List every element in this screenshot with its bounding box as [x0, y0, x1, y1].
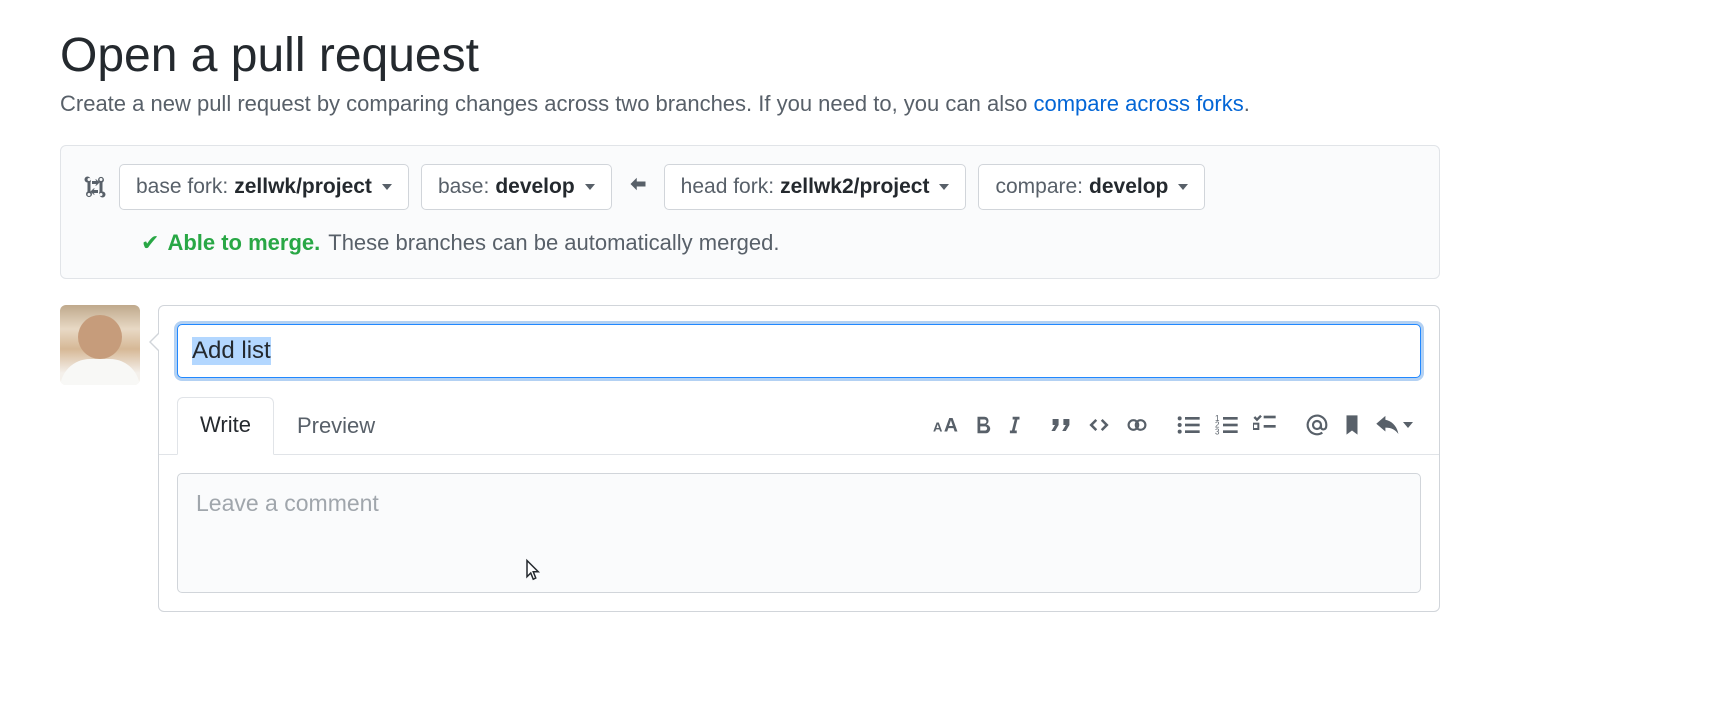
tab-write[interactable]: Write	[177, 397, 274, 455]
chevron-down-icon	[1403, 422, 1413, 428]
editor-box: Write Preview AA	[158, 305, 1440, 612]
svg-text:A: A	[933, 420, 943, 435]
head-fork-label: head fork:	[681, 175, 774, 199]
svg-text:3: 3	[1215, 427, 1220, 436]
text-size-icon[interactable]: AA	[933, 414, 959, 436]
link-icon[interactable]	[1125, 414, 1149, 436]
chevron-down-icon	[382, 184, 392, 190]
chevron-down-icon	[1178, 184, 1188, 190]
bold-icon[interactable]	[973, 414, 993, 436]
head-fork-select[interactable]: head fork: zellwk2/project	[664, 164, 967, 210]
editor-wrap: Write Preview AA	[60, 305, 1440, 612]
compare-box: base fork: zellwk/project base: develop …	[60, 145, 1440, 279]
compare-label: compare:	[995, 175, 1083, 199]
subtitle-post: .	[1244, 91, 1250, 116]
base-branch-select[interactable]: base: develop	[421, 164, 612, 210]
reply-icon[interactable]	[1375, 414, 1413, 436]
base-label: base:	[438, 175, 489, 199]
merge-status: ✔ Able to merge. These branches can be a…	[83, 230, 1417, 256]
base-fork-value: zellwk/project	[234, 175, 372, 199]
chevron-down-icon	[939, 184, 949, 190]
comment-placeholder: Leave a comment	[196, 490, 379, 516]
chevron-down-icon	[585, 184, 595, 190]
code-icon[interactable]	[1087, 414, 1111, 436]
compare-row: base fork: zellwk/project base: develop …	[83, 164, 1417, 210]
avatar	[60, 305, 140, 385]
page-title: Open a pull request	[60, 28, 1670, 83]
quote-icon[interactable]	[1049, 414, 1073, 436]
merge-detail-text: These branches can be automatically merg…	[328, 230, 779, 256]
base-value: develop	[495, 175, 574, 199]
page-subtitle: Create a new pull request by comparing c…	[60, 91, 1670, 117]
svg-text:A: A	[944, 415, 958, 437]
compare-across-forks-link[interactable]: compare across forks	[1033, 91, 1243, 116]
git-compare-icon	[83, 175, 107, 199]
check-icon: ✔	[141, 230, 159, 256]
unordered-list-icon[interactable]	[1177, 414, 1201, 436]
subtitle-text: Create a new pull request by comparing c…	[60, 91, 1033, 116]
arrow-left-icon	[624, 174, 652, 200]
tabs-row: Write Preview AA	[159, 396, 1439, 455]
pr-title-input[interactable]	[177, 324, 1421, 378]
compare-value: develop	[1089, 175, 1168, 199]
markdown-toolbar: AA	[933, 413, 1421, 437]
mention-icon[interactable]	[1305, 413, 1329, 437]
compare-branch-select[interactable]: compare: develop	[978, 164, 1205, 210]
head-fork-value: zellwk2/project	[780, 175, 929, 199]
tab-preview[interactable]: Preview	[274, 398, 398, 455]
bookmark-icon[interactable]	[1343, 414, 1361, 436]
merge-ok-text: Able to merge.	[167, 230, 320, 256]
italic-icon[interactable]	[1007, 414, 1021, 436]
ordered-list-icon[interactable]: 123	[1215, 414, 1239, 436]
base-fork-select[interactable]: base fork: zellwk/project	[119, 164, 409, 210]
task-list-icon[interactable]	[1253, 414, 1277, 436]
comment-textarea[interactable]: Leave a comment	[177, 473, 1421, 593]
base-fork-label: base fork:	[136, 175, 228, 199]
